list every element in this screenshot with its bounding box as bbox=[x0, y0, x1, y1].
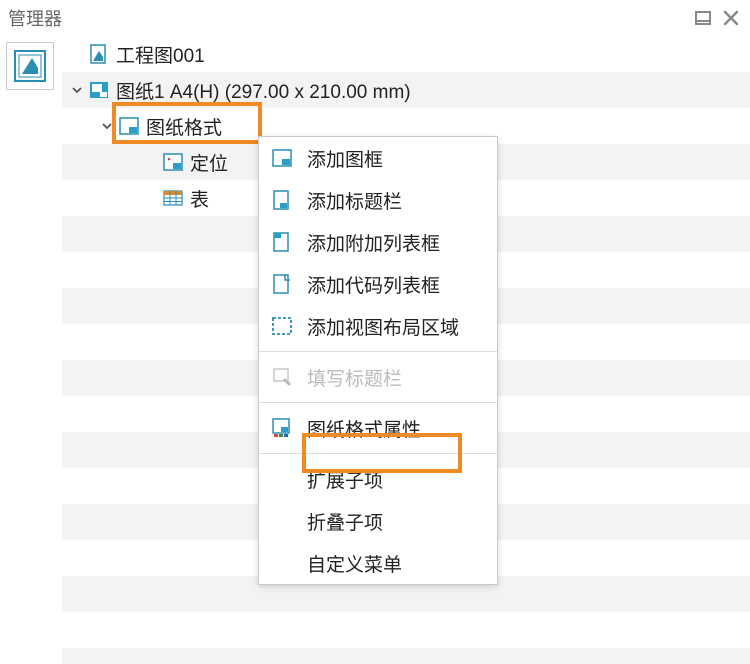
sheet-format-icon bbox=[116, 113, 142, 139]
extra-list-icon bbox=[269, 229, 295, 255]
manager-panel: 管理器 bbox=[0, 0, 750, 664]
close-button[interactable] bbox=[720, 7, 742, 29]
menu-label: 扩展子项 bbox=[307, 466, 383, 493]
menu-label: 添加标题栏 bbox=[307, 187, 402, 214]
menu-add-extra-list[interactable]: 添加附加列表框 bbox=[259, 221, 497, 263]
menu-expand[interactable]: 扩展子项 bbox=[259, 458, 497, 500]
expand-toggle[interactable] bbox=[98, 120, 116, 132]
menu-custom[interactable]: 自定义菜单 bbox=[259, 542, 497, 584]
menu-separator bbox=[259, 453, 497, 454]
titlebar: 管理器 bbox=[0, 0, 750, 36]
tree-label: 图纸1 A4(H) (297.00 x 210.00 mm) bbox=[116, 77, 411, 104]
menu-label: 添加代码列表框 bbox=[307, 271, 440, 298]
tree-label: 定位 bbox=[190, 149, 228, 176]
menu-add-view-layout[interactable]: 添加视图布局区域 bbox=[259, 305, 497, 347]
format-props-icon bbox=[269, 415, 295, 441]
menu-label: 自定义菜单 bbox=[307, 550, 402, 577]
tree-label: 图纸格式 bbox=[146, 113, 222, 140]
menu-label: 折叠子项 bbox=[307, 508, 383, 535]
drawing-big-icon[interactable] bbox=[6, 42, 54, 90]
tree-item-drawing[interactable]: 工程图001 bbox=[62, 36, 750, 72]
panel-body: 工程图001 图纸1 A4(H) (297.00 x 210.00 mm) bbox=[0, 36, 750, 664]
tree-item-sheet[interactable]: 图纸1 A4(H) (297.00 x 210.00 mm) bbox=[62, 72, 750, 108]
menu-fill-titleblock: 填写标题栏 bbox=[259, 356, 497, 398]
tree-label: 表 bbox=[190, 185, 209, 212]
minimize-button[interactable] bbox=[692, 7, 714, 29]
menu-label: 添加附加列表框 bbox=[307, 229, 440, 256]
blank-icon bbox=[269, 466, 295, 492]
menu-label: 添加图框 bbox=[307, 145, 383, 172]
fill-titleblock-icon bbox=[269, 364, 295, 390]
menu-format-props[interactable]: 图纸格式属性 bbox=[259, 407, 497, 449]
menu-label: 图纸格式属性 bbox=[307, 415, 421, 442]
expand-toggle[interactable] bbox=[68, 84, 86, 96]
sheet-icon bbox=[86, 77, 112, 103]
context-menu: 添加图框 添加标题栏 添加附加列表框 添加代码列表框 bbox=[258, 136, 498, 585]
menu-separator bbox=[259, 351, 497, 352]
menu-label: 填写标题栏 bbox=[307, 364, 402, 391]
menu-label: 添加视图布局区域 bbox=[307, 313, 459, 340]
menu-separator bbox=[259, 402, 497, 403]
position-icon bbox=[160, 149, 186, 175]
menu-add-titleblock[interactable]: 添加标题栏 bbox=[259, 179, 497, 221]
tree-label: 工程图001 bbox=[116, 41, 205, 68]
panel-title: 管理器 bbox=[8, 5, 686, 31]
titleblock-icon bbox=[269, 187, 295, 213]
drawing-doc-icon bbox=[86, 41, 112, 67]
menu-add-code-list[interactable]: 添加代码列表框 bbox=[259, 263, 497, 305]
menu-collapse[interactable]: 折叠子项 bbox=[259, 500, 497, 542]
table-icon bbox=[160, 185, 186, 211]
menu-add-frame[interactable]: 添加图框 bbox=[259, 137, 497, 179]
blank-icon bbox=[269, 550, 295, 576]
frame-icon bbox=[269, 145, 295, 171]
blank-icon bbox=[269, 508, 295, 534]
code-list-icon bbox=[269, 271, 295, 297]
view-layout-icon bbox=[269, 313, 295, 339]
